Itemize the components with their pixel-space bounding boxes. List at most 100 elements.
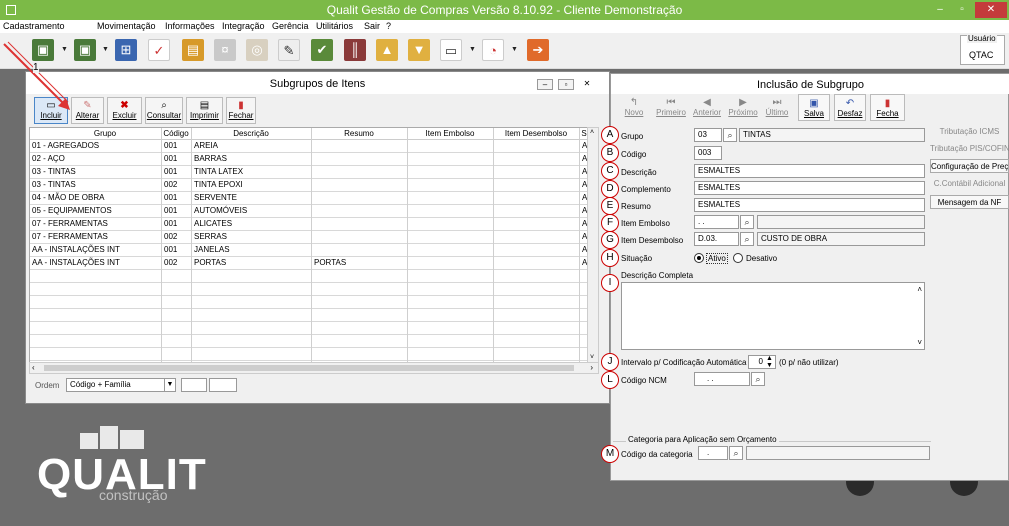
col-grupo[interactable]: Grupo [30, 129, 180, 138]
chevron-down-icon[interactable]: ˅ [917, 338, 922, 347]
chevron-down-icon[interactable]: ˅ [590, 354, 594, 361]
chevron-down-icon[interactable]: ▼ [102, 46, 109, 53]
exit-icon[interactable]: ➔ [527, 39, 549, 61]
menu-sair[interactable]: Sair [364, 21, 380, 31]
alterar-button[interactable]: ✎ Alterar [71, 97, 104, 124]
table-row[interactable]: 04 - MÃO DE OBRA 001 SERVENTE A [30, 192, 588, 205]
tributacao-icms-button[interactable]: Tributação ICMS [930, 125, 1009, 139]
menu-cadastramento[interactable]: Cadastramento [3, 21, 65, 31]
minimize-button[interactable]: – [930, 2, 950, 18]
col-descricao[interactable]: Descrição [191, 129, 311, 138]
resumo-input[interactable]: ESMALTES [694, 198, 925, 212]
proximo-button[interactable]: ▶ Próximo [727, 94, 759, 121]
radio-ativo[interactable] [694, 253, 704, 263]
checklist-icon[interactable]: ✔ [311, 39, 333, 61]
table-row[interactable]: 02 - AÇO 001 BARRAS A [30, 153, 588, 166]
consultar-button[interactable]: ⌕ Consultar [145, 97, 183, 124]
primeiro-button[interactable]: ⏮ Primeiro [655, 94, 687, 121]
folder-down-icon[interactable]: ▼ [408, 39, 430, 61]
chart-icon[interactable]: ◔ [482, 39, 504, 61]
ultimo-button[interactable]: ⏭ Último [763, 94, 791, 121]
calculator-icon[interactable]: ▤ [182, 39, 204, 61]
chevron-down-icon[interactable]: ▼ [511, 46, 518, 53]
menu-informacoes[interactable]: Informações [165, 21, 215, 31]
scroll-thumb[interactable] [44, 365, 574, 371]
spinner-icon[interactable]: ▲ ▼ [766, 355, 773, 369]
table-row[interactable]: AA - INSTALAÇÕES INT 001 JANELAS A [30, 244, 588, 257]
table-row[interactable]: 07 - FERRAMENTAS 002 SERRAS A [30, 231, 588, 244]
search-icon[interactable]: ⌕ [723, 128, 737, 142]
search-icon[interactable]: ⌕ [729, 446, 743, 460]
movimento-icon[interactable]: ▣ [74, 39, 96, 61]
ativo-label[interactable]: Ativo [706, 253, 728, 264]
col-item-desembolso[interactable]: Item Desembolso [493, 129, 579, 138]
tributacao-pis-button[interactable]: Tributação PIS/COFINS [930, 142, 1009, 156]
order-select[interactable]: Código + Família ▼ [66, 378, 176, 392]
descricao-completa-textarea[interactable]: ˄ ˅ [621, 282, 925, 350]
salva-button[interactable]: ▣ Salva [798, 94, 830, 121]
document-icon[interactable]: ▭ [440, 39, 462, 61]
books-icon[interactable]: ║ [344, 39, 366, 61]
maximize-button[interactable]: ▫ [952, 2, 972, 18]
edit-document-icon[interactable]: ✎ [278, 39, 300, 61]
chevron-down-icon[interactable]: ▼ [469, 46, 476, 53]
mensagem-nf-button[interactable]: Mensagem da NF [930, 195, 1009, 209]
col-item-embolso[interactable]: Item Embolso [407, 129, 493, 138]
menu-help[interactable]: ? [386, 21, 391, 31]
spellcheck-icon[interactable]: ✓ [148, 39, 170, 61]
menu-utilitarios[interactable]: Utilitários [316, 21, 353, 31]
chevron-up-icon[interactable]: ˄ [917, 285, 922, 294]
coins-icon[interactable]: ◎ [246, 39, 268, 61]
col-codigo[interactable]: Código [161, 129, 191, 138]
table-row[interactable]: 03 - TINTAS 001 TINTA LATEX A [30, 166, 588, 179]
descricao-input[interactable]: ESMALTES [694, 164, 925, 178]
table-row[interactable]: 03 - TINTAS 002 TINTA EPOXI A [30, 179, 588, 192]
novo-button[interactable]: ↰ Novo [621, 94, 647, 121]
table-row[interactable]: 05 - EQUIPAMENTOS 001 AUTOMÓVEIS A [30, 205, 588, 218]
item-embolso-input[interactable]: . . [694, 215, 739, 229]
grupo-input[interactable]: 03 [694, 128, 722, 142]
contabil-adicional-button[interactable]: C.Contábil Adicional [930, 177, 1009, 191]
search-icon[interactable]: ⌕ [740, 232, 754, 246]
marker-i: I [601, 274, 619, 292]
close-button[interactable]: ✕ [975, 2, 1007, 18]
menu-movimentacao[interactable]: Movimentação [97, 21, 156, 31]
fecha-button[interactable]: ▮ Fecha [870, 94, 905, 121]
order-extra-field[interactable] [209, 378, 237, 392]
fechar-button[interactable]: ▮ Fechar [226, 97, 256, 124]
chevron-down-icon[interactable]: ▼ [164, 379, 175, 391]
window-minimize-icon[interactable]: – [537, 79, 553, 90]
desfaz-button[interactable]: ↶ Desfaz [834, 94, 866, 121]
main-toolbar: ▣ ▼ ▣ ▼ ⊞ ✓ ▤ ¤ ◎ ✎ ✔ ║ ▲ ▼ ▭ ▼ ◔ ▼ ➔ [0, 33, 1009, 69]
complemento-input[interactable]: ESMALTES [694, 181, 925, 195]
table-row[interactable]: 01 - AGREGADOS 001 AREIA A [30, 140, 588, 153]
network-icon[interactable]: ⊞ [115, 39, 137, 61]
col-resumo[interactable]: Resumo [311, 129, 407, 138]
folder-up-icon[interactable]: ▲ [376, 39, 398, 61]
configuracao-precos-button[interactable]: Configuração de Preços [930, 159, 1009, 173]
imprimir-button[interactable]: ▤ Imprimir [186, 97, 223, 124]
radio-desativo[interactable] [733, 253, 743, 263]
desativo-label[interactable]: Desativo [746, 254, 777, 263]
table-row[interactable]: 07 - FERRAMENTAS 001 ALICATES A [30, 218, 588, 231]
horizontal-scrollbar[interactable]: ‹ › [29, 362, 599, 374]
chevron-left-icon[interactable]: ‹ [32, 363, 35, 372]
menu-gerencia[interactable]: Gerência [272, 21, 309, 31]
window-restore-icon[interactable]: ▫ [558, 79, 574, 90]
search-icon[interactable]: ⌕ [740, 215, 754, 229]
chevron-up-icon[interactable]: ˄ [590, 129, 594, 136]
table-row[interactable]: AA - INSTALAÇÕES INT 002 PORTAS PORTAS A [30, 257, 588, 270]
window-close-icon[interactable]: ✕ [579, 79, 595, 90]
ncm-input[interactable]: . . [694, 372, 750, 386]
excluir-button[interactable]: ✖ Excluir [107, 97, 142, 124]
item-desembolso-input[interactable]: D.03. [694, 232, 739, 246]
categoria-input[interactable]: . [698, 446, 728, 460]
search-icon[interactable]: ⌕ [751, 372, 765, 386]
codigo-input[interactable]: 003 [694, 146, 722, 160]
menu-integracao[interactable]: Integração [222, 21, 265, 31]
vertical-scrollbar[interactable]: ˄ ˅ [587, 127, 599, 363]
order-extra-field[interactable] [181, 378, 207, 392]
anterior-button[interactable]: ◀ Anterior [691, 94, 723, 121]
chevron-right-icon[interactable]: › [590, 363, 593, 372]
money-icon[interactable]: ¤ [214, 39, 236, 61]
